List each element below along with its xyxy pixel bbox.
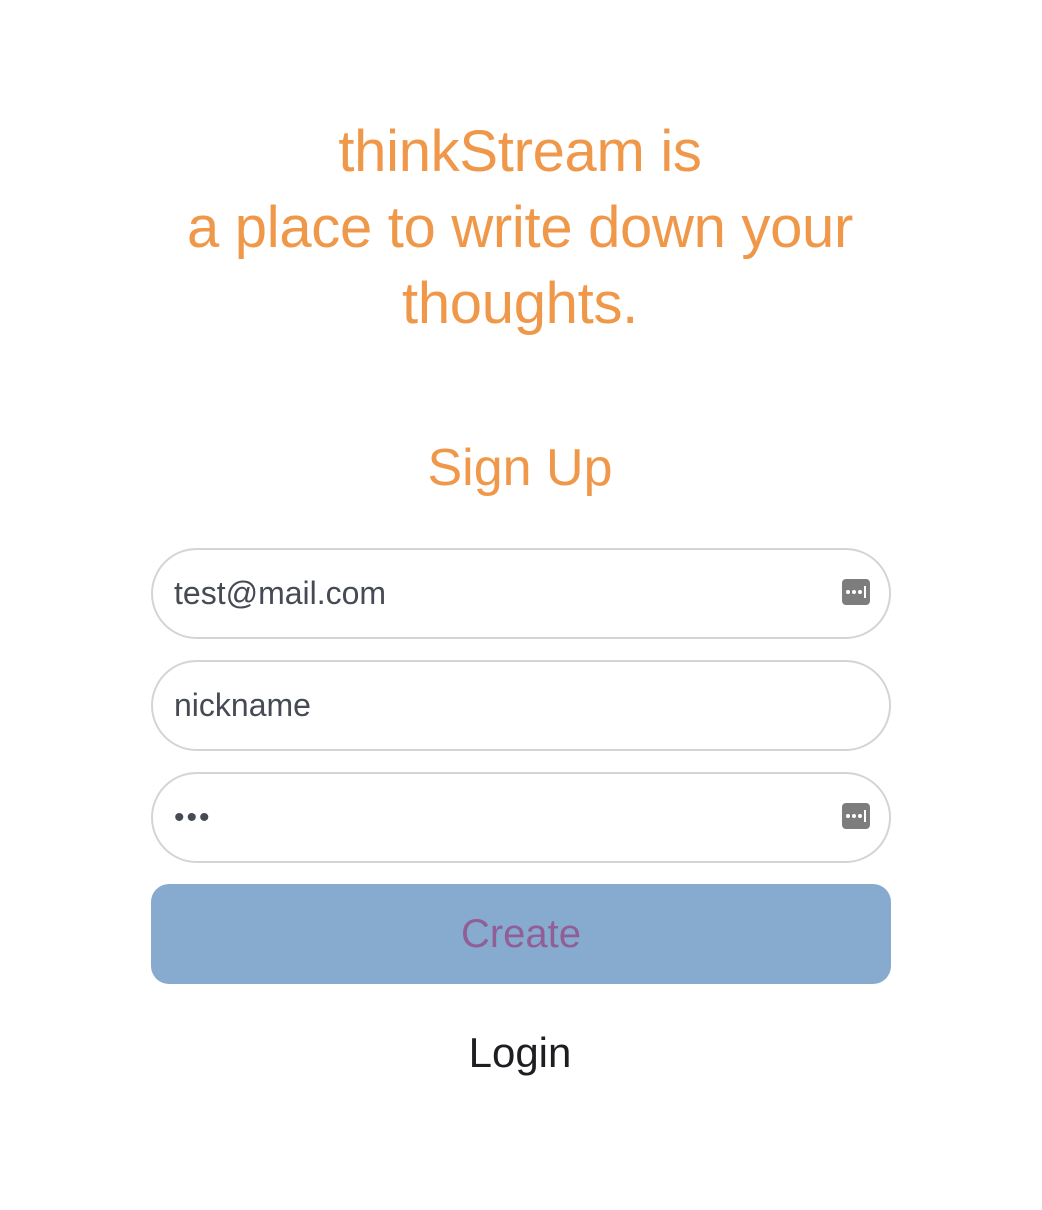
hero-tagline-line-3: thoughts.: [402, 271, 638, 336]
create-button[interactable]: Create: [151, 884, 891, 984]
hero-tagline-line-2: a place to write down your: [187, 195, 853, 260]
signup-page: thinkStream is a place to write down you…: [0, 0, 1042, 1210]
nickname-value: nickname: [174, 687, 311, 723]
hero-tagline-line-1: thinkStream is: [338, 119, 702, 184]
login-link[interactable]: Login: [120, 1026, 920, 1080]
password-autofill-key-icon[interactable]: [842, 579, 870, 605]
password-autofill-key-icon[interactable]: [842, 803, 870, 829]
signup-heading: Sign Up: [427, 439, 613, 497]
password-masked-value: •••: [174, 801, 212, 834]
nickname-field[interactable]: nickname: [151, 660, 891, 751]
password-field[interactable]: •••: [151, 772, 891, 863]
email-field[interactable]: test@mail.com: [151, 548, 891, 639]
email-value: test@mail.com: [174, 575, 387, 611]
